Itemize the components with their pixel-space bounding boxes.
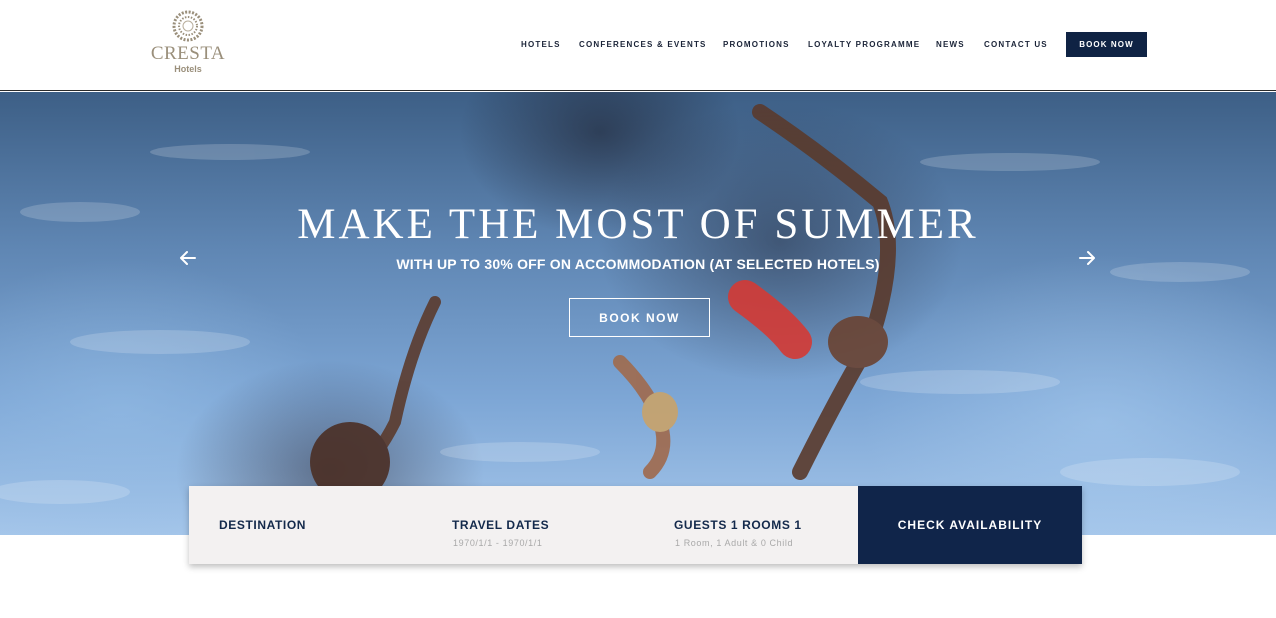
hero-banner: MAKE THE MOST OF SUMMER WITH UP TO 30% O…	[0, 92, 1276, 535]
nav-loyalty-programme[interactable]: LOYALTY PROGRAMME	[808, 40, 920, 49]
travel-dates-label: TRAVEL DATES	[452, 518, 550, 532]
guests-rooms-field[interactable]: GUESTS 1 ROOMS 1 1 Room, 1 Adult & 0 Chi…	[649, 486, 858, 564]
nav-news[interactable]: NEWS	[936, 40, 965, 49]
guests-rooms-value: 1 Room, 1 Adult & 0 Child	[675, 538, 794, 548]
booking-bar: DESTINATION TRAVEL DATES 1970/1/1 - 1970…	[189, 486, 1082, 564]
check-availability-button[interactable]: CHECK AVAILABILITY	[858, 486, 1082, 564]
nav-promotions[interactable]: PROMOTIONS	[723, 40, 790, 49]
nav-contact-us[interactable]: CONTACT US	[984, 40, 1048, 49]
guests-rooms-label: GUESTS 1 ROOMS 1	[674, 518, 802, 532]
arrow-right-icon[interactable]	[1076, 247, 1098, 269]
travel-dates-field[interactable]: TRAVEL DATES 1970/1/1 - 1970/1/1	[429, 486, 649, 564]
destination-label: DESTINATION	[219, 518, 307, 532]
nav-conferences-events[interactable]: CONFERENCES & EVENTS	[579, 40, 707, 49]
travel-dates-value: 1970/1/1 - 1970/1/1	[453, 538, 543, 548]
logo-emblem-icon	[172, 10, 204, 42]
nav-hotels[interactable]: HOTELS	[521, 40, 561, 49]
hero-book-now-button[interactable]: BOOK NOW	[569, 298, 710, 337]
arrow-left-icon[interactable]	[177, 247, 199, 269]
header-book-now-button[interactable]: BOOK NOW	[1066, 32, 1147, 57]
hero-title: MAKE THE MOST OF SUMMER	[297, 201, 979, 248]
logo-name: CRESTA	[150, 43, 226, 64]
site-header: CRESTA Hotels HOTELS CONFERENCES & EVENT…	[0, 0, 1276, 91]
logo-sub: Hotels	[174, 64, 202, 74]
cresta-logo[interactable]: CRESTA Hotels	[150, 9, 226, 77]
destination-field[interactable]: DESTINATION	[189, 486, 429, 564]
